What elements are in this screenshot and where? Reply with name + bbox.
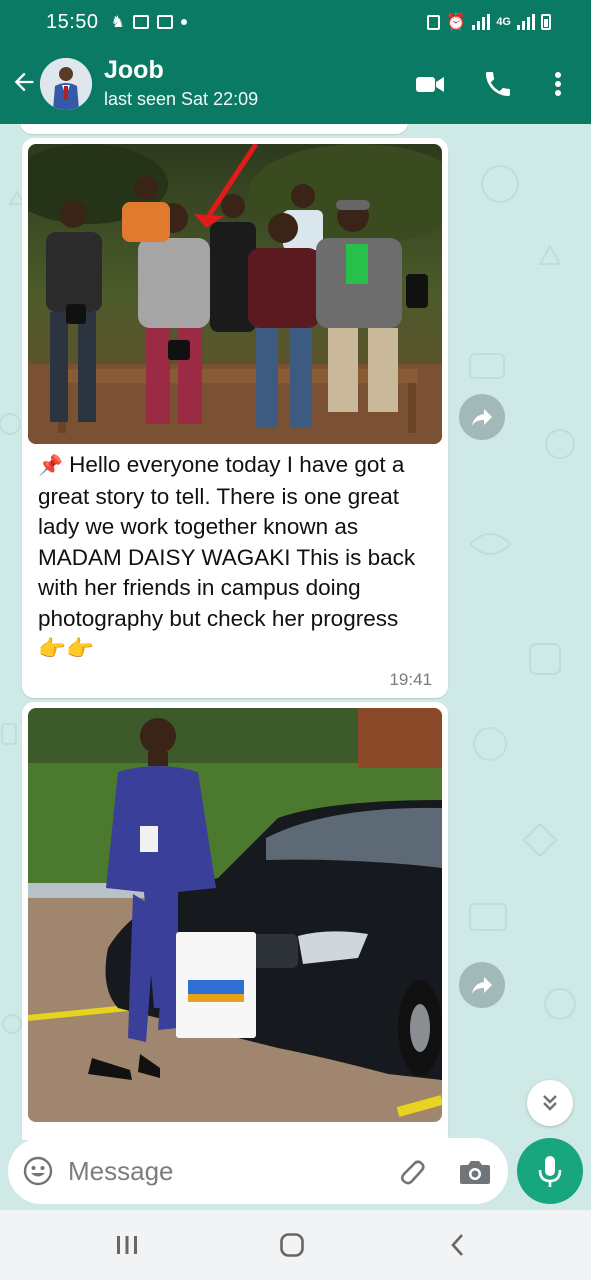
lock-battery-icon: [427, 14, 441, 30]
message-composer: [8, 1138, 508, 1204]
status-time: 15:50: [46, 10, 99, 33]
message-caption: 📌 Hello everyone today I have got a grea…: [38, 450, 430, 665]
contact-name[interactable]: Joob: [104, 56, 164, 85]
avatar-person-icon: [40, 58, 92, 110]
forward-icon-2[interactable]: [459, 962, 505, 1008]
group-photo-image: [28, 144, 442, 444]
microphone-icon: [538, 1156, 562, 1187]
recent-apps-icon[interactable]: [107, 1230, 147, 1260]
message-image-group-photo[interactable]: [28, 144, 442, 444]
app-header: 15:50 ♞ ⏰ 4G Joob last seen Sat 22:09: [0, 0, 591, 124]
chat-area[interactable]: 📌 Hello everyone today I have got a grea…: [0, 124, 591, 1140]
pointing-hands-emoji-icon: 👉👉: [38, 636, 95, 661]
caption-text: Hello everyone today I have got a great …: [38, 452, 416, 631]
attach-paperclip-icon[interactable]: [394, 1154, 428, 1188]
forward-icon[interactable]: [459, 394, 505, 440]
video-call-icon[interactable]: [414, 68, 446, 100]
message-input[interactable]: [68, 1152, 368, 1190]
message-timestamp: 19:41: [389, 670, 432, 689]
avatar[interactable]: [40, 58, 92, 110]
lady-with-car-image: [28, 708, 442, 1122]
gallery-icon: [132, 15, 149, 29]
more-vert-icon[interactable]: [542, 68, 574, 100]
system-navigation-bar: [0, 1210, 591, 1280]
image-message-bubble-2[interactable]: [22, 702, 448, 1140]
chat-header: Joob last seen Sat 22:09: [0, 54, 591, 114]
back-arrow-icon[interactable]: [10, 68, 38, 96]
battery-icon: [541, 14, 551, 30]
last-seen-status: last seen Sat 22:09: [104, 89, 259, 109]
bluetooth-app-icon: ♞: [110, 14, 125, 31]
network-type-label: 4G: [496, 16, 511, 28]
signal-icon-2: [517, 14, 535, 30]
signal-icon: [472, 14, 491, 30]
home-icon[interactable]: [272, 1230, 312, 1260]
back-nav-icon[interactable]: [438, 1230, 478, 1260]
voice-call-icon[interactable]: [482, 68, 514, 100]
notification-dot-icon: [180, 19, 187, 25]
voice-record-button[interactable]: [517, 1138, 583, 1204]
pushpin-emoji-icon: 📌: [38, 455, 63, 477]
emoji-icon[interactable]: [22, 1155, 54, 1187]
message-image-lady-car[interactable]: [28, 708, 442, 1122]
status-bar: 15:50 ♞ ⏰ 4G: [46, 10, 551, 34]
video-notification-icon: [156, 15, 173, 29]
double-chevron-down-icon: [543, 1095, 557, 1111]
scroll-to-bottom-button[interactable]: [527, 1080, 573, 1126]
previous-message-bubble[interactable]: [20, 124, 408, 134]
image-message-bubble[interactable]: 📌 Hello everyone today I have got a grea…: [22, 138, 448, 698]
camera-icon[interactable]: [458, 1156, 492, 1188]
alarm-icon: ⏰: [446, 14, 467, 31]
